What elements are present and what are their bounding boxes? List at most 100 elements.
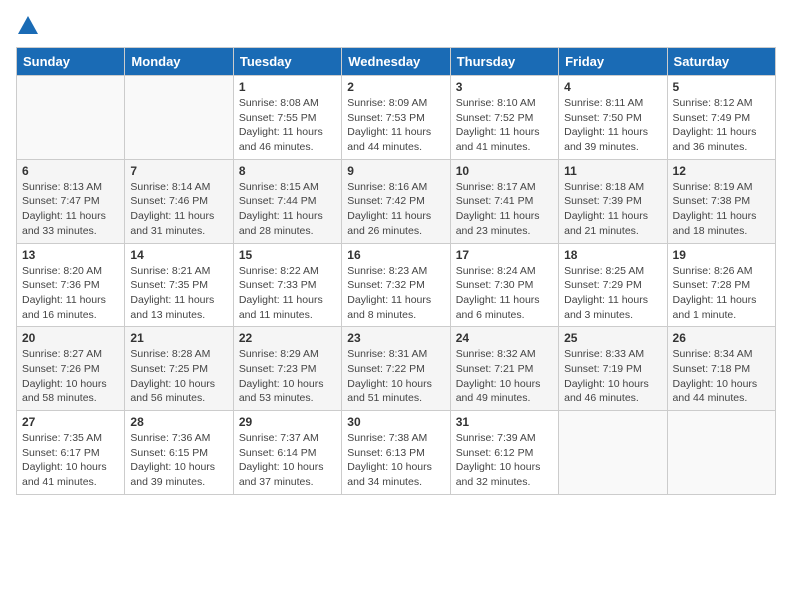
day-number: 8 <box>239 164 336 178</box>
day-number: 15 <box>239 248 336 262</box>
column-header-tuesday: Tuesday <box>233 48 341 76</box>
day-cell: 24 Sunrise: 8:32 AM Sunset: 7:21 PM Dayli… <box>450 327 558 411</box>
day-cell: 27 Sunrise: 7:35 AM Sunset: 6:17 PM Dayli… <box>17 411 125 495</box>
day-cell: 8 Sunrise: 8:15 AM Sunset: 7:44 PM Daylig… <box>233 159 341 243</box>
day-cell: 12Sunrise: 8:19 AM Sunset: 7:38 PM Dayli… <box>667 159 775 243</box>
day-info: Sunrise: 8:13 AM Sunset: 7:47 PM Dayligh… <box>22 180 119 239</box>
day-info: Sunrise: 7:38 AM Sunset: 6:13 PM Dayligh… <box>347 431 444 490</box>
day-info: Sunrise: 8:32 AM Sunset: 7:21 PM Dayligh… <box>456 347 553 406</box>
column-header-sunday: Sunday <box>17 48 125 76</box>
day-info: Sunrise: 7:35 AM Sunset: 6:17 PM Dayligh… <box>22 431 119 490</box>
day-cell: 26 Sunrise: 8:34 AM Sunset: 7:18 PM Dayli… <box>667 327 775 411</box>
day-number: 9 <box>347 164 444 178</box>
calendar-table: SundayMondayTuesdayWednesdayThursdayFrid… <box>16 47 776 495</box>
day-cell: 6 Sunrise: 8:13 AM Sunset: 7:47 PM Daylig… <box>17 159 125 243</box>
week-row-5: 27 Sunrise: 7:35 AM Sunset: 6:17 PM Dayli… <box>17 411 776 495</box>
day-number: 31 <box>456 415 553 429</box>
day-number: 12 <box>673 164 770 178</box>
day-number: 4 <box>564 80 661 94</box>
day-number: 20 <box>22 331 119 345</box>
day-number: 3 <box>456 80 553 94</box>
day-number: 29 <box>239 415 336 429</box>
day-number: 17 <box>456 248 553 262</box>
day-cell: 11 Sunrise: 8:18 AM Sunset: 7:39 PM Dayli… <box>559 159 667 243</box>
day-cell: 9Sunrise: 8:16 AM Sunset: 7:42 PM Daylig… <box>342 159 450 243</box>
day-info: Sunrise: 7:39 AM Sunset: 6:12 PM Dayligh… <box>456 431 553 490</box>
day-headers-row: SundayMondayTuesdayWednesdayThursdayFrid… <box>17 48 776 76</box>
day-info: Sunrise: 8:15 AM Sunset: 7:44 PM Dayligh… <box>239 180 336 239</box>
day-cell: 15Sunrise: 8:22 AM Sunset: 7:33 PM Dayli… <box>233 243 341 327</box>
day-info: Sunrise: 8:34 AM Sunset: 7:18 PM Dayligh… <box>673 347 770 406</box>
day-info: Sunrise: 7:37 AM Sunset: 6:14 PM Dayligh… <box>239 431 336 490</box>
day-info: Sunrise: 7:36 AM Sunset: 6:15 PM Dayligh… <box>130 431 227 490</box>
day-number: 14 <box>130 248 227 262</box>
week-row-2: 6 Sunrise: 8:13 AM Sunset: 7:47 PM Daylig… <box>17 159 776 243</box>
week-row-3: 13Sunrise: 8:20 AM Sunset: 7:36 PM Dayli… <box>17 243 776 327</box>
day-number: 10 <box>456 164 553 178</box>
day-info: Sunrise: 8:20 AM Sunset: 7:36 PM Dayligh… <box>22 264 119 323</box>
logo-bird-icon <box>18 16 38 34</box>
day-number: 21 <box>130 331 227 345</box>
day-cell: 29 Sunrise: 7:37 AM Sunset: 6:14 PM Dayli… <box>233 411 341 495</box>
day-cell: 2 Sunrise: 8:09 AM Sunset: 7:53 PM Daylig… <box>342 76 450 160</box>
header <box>16 16 776 39</box>
day-number: 6 <box>22 164 119 178</box>
day-cell: 31 Sunrise: 7:39 AM Sunset: 6:12 PM Dayli… <box>450 411 558 495</box>
day-info: Sunrise: 8:08 AM Sunset: 7:55 PM Dayligh… <box>239 96 336 155</box>
day-number: 22 <box>239 331 336 345</box>
day-cell <box>667 411 775 495</box>
day-number: 11 <box>564 164 661 178</box>
day-number: 18 <box>564 248 661 262</box>
day-cell: 30 Sunrise: 7:38 AM Sunset: 6:13 PM Dayli… <box>342 411 450 495</box>
day-info: Sunrise: 8:33 AM Sunset: 7:19 PM Dayligh… <box>564 347 661 406</box>
day-info: Sunrise: 8:17 AM Sunset: 7:41 PM Dayligh… <box>456 180 553 239</box>
day-number: 26 <box>673 331 770 345</box>
day-number: 5 <box>673 80 770 94</box>
day-info: Sunrise: 8:21 AM Sunset: 7:35 PM Dayligh… <box>130 264 227 323</box>
logo <box>16 16 38 39</box>
column-header-monday: Monday <box>125 48 233 76</box>
day-cell: 5Sunrise: 8:12 AM Sunset: 7:49 PM Daylig… <box>667 76 775 160</box>
day-cell: 10 Sunrise: 8:17 AM Sunset: 7:41 PM Dayli… <box>450 159 558 243</box>
day-cell: 16 Sunrise: 8:23 AM Sunset: 7:32 PM Dayli… <box>342 243 450 327</box>
day-info: Sunrise: 8:23 AM Sunset: 7:32 PM Dayligh… <box>347 264 444 323</box>
day-number: 25 <box>564 331 661 345</box>
day-cell: 14 Sunrise: 8:21 AM Sunset: 7:35 PM Dayli… <box>125 243 233 327</box>
day-number: 23 <box>347 331 444 345</box>
column-header-wednesday: Wednesday <box>342 48 450 76</box>
day-info: Sunrise: 8:25 AM Sunset: 7:29 PM Dayligh… <box>564 264 661 323</box>
day-cell <box>125 76 233 160</box>
day-cell <box>559 411 667 495</box>
day-cell: 3Sunrise: 8:10 AM Sunset: 7:52 PM Daylig… <box>450 76 558 160</box>
day-cell: 28 Sunrise: 7:36 AM Sunset: 6:15 PM Dayli… <box>125 411 233 495</box>
day-number: 27 <box>22 415 119 429</box>
day-cell: 19Sunrise: 8:26 AM Sunset: 7:28 PM Dayli… <box>667 243 775 327</box>
day-cell: 17 Sunrise: 8:24 AM Sunset: 7:30 PM Dayli… <box>450 243 558 327</box>
day-info: Sunrise: 8:18 AM Sunset: 7:39 PM Dayligh… <box>564 180 661 239</box>
day-number: 1 <box>239 80 336 94</box>
day-number: 16 <box>347 248 444 262</box>
day-info: Sunrise: 8:14 AM Sunset: 7:46 PM Dayligh… <box>130 180 227 239</box>
day-info: Sunrise: 8:24 AM Sunset: 7:30 PM Dayligh… <box>456 264 553 323</box>
week-row-1: 1 Sunrise: 8:08 AM Sunset: 7:55 PM Daylig… <box>17 76 776 160</box>
day-info: Sunrise: 8:27 AM Sunset: 7:26 PM Dayligh… <box>22 347 119 406</box>
day-cell: 1 Sunrise: 8:08 AM Sunset: 7:55 PM Daylig… <box>233 76 341 160</box>
week-row-4: 20 Sunrise: 8:27 AM Sunset: 7:26 PM Dayli… <box>17 327 776 411</box>
day-cell: 20 Sunrise: 8:27 AM Sunset: 7:26 PM Dayli… <box>17 327 125 411</box>
day-cell: 13Sunrise: 8:20 AM Sunset: 7:36 PM Dayli… <box>17 243 125 327</box>
column-header-friday: Friday <box>559 48 667 76</box>
day-cell: 4 Sunrise: 8:11 AM Sunset: 7:50 PM Daylig… <box>559 76 667 160</box>
day-number: 30 <box>347 415 444 429</box>
day-number: 28 <box>130 415 227 429</box>
day-cell: 25 Sunrise: 8:33 AM Sunset: 7:19 PM Dayli… <box>559 327 667 411</box>
day-number: 24 <box>456 331 553 345</box>
column-header-thursday: Thursday <box>450 48 558 76</box>
day-cell: 22 Sunrise: 8:29 AM Sunset: 7:23 PM Dayli… <box>233 327 341 411</box>
day-info: Sunrise: 8:11 AM Sunset: 7:50 PM Dayligh… <box>564 96 661 155</box>
day-cell: 23Sunrise: 8:31 AM Sunset: 7:22 PM Dayli… <box>342 327 450 411</box>
day-number: 2 <box>347 80 444 94</box>
day-info: Sunrise: 8:09 AM Sunset: 7:53 PM Dayligh… <box>347 96 444 155</box>
day-cell: 21 Sunrise: 8:28 AM Sunset: 7:25 PM Dayli… <box>125 327 233 411</box>
day-info: Sunrise: 8:29 AM Sunset: 7:23 PM Dayligh… <box>239 347 336 406</box>
day-info: Sunrise: 8:28 AM Sunset: 7:25 PM Dayligh… <box>130 347 227 406</box>
